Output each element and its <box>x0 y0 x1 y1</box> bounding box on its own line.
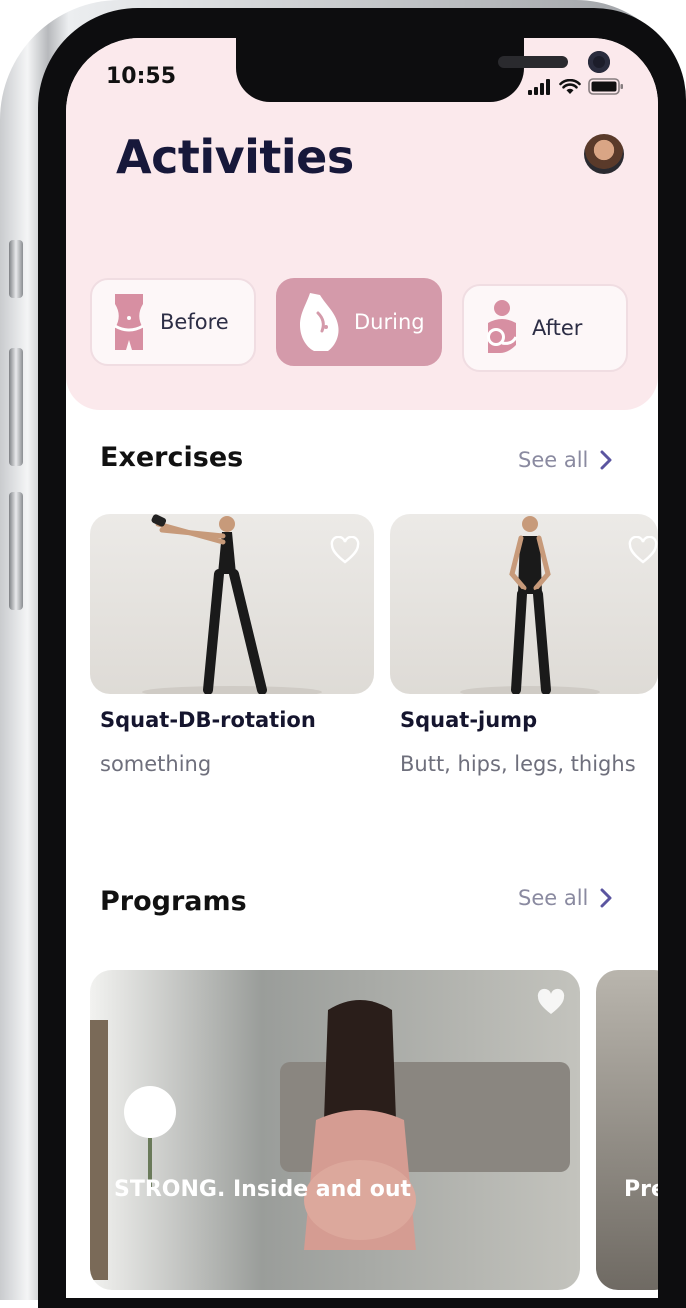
mother-baby-icon <box>487 300 518 353</box>
heart-icon[interactable] <box>628 536 658 564</box>
notch <box>236 38 610 102</box>
exercise-thumbnail[interactable] <box>90 514 374 694</box>
heart-icon[interactable] <box>536 988 566 1016</box>
exercise-name: Squat-jump <box>400 708 538 732</box>
programs-title: Programs <box>100 886 247 917</box>
volume-up-button <box>9 348 23 466</box>
exercise-photo <box>460 516 600 694</box>
page-title: Activities <box>116 130 354 184</box>
status-time: 10:55 <box>106 64 177 89</box>
program-name: Pre <box>624 1177 658 1202</box>
mute-switch <box>9 240 23 298</box>
front-camera <box>588 51 610 73</box>
program-name: STRONG. Inside and out <box>114 1177 411 1202</box>
avatar[interactable] <box>584 134 624 174</box>
tab-after-label: After <box>532 316 583 340</box>
waist-icon <box>114 294 144 350</box>
app-screen: 10:55 Activities Before During After Exe… <box>66 38 658 1298</box>
battery-icon <box>588 78 623 95</box>
tab-after[interactable]: After <box>462 284 628 372</box>
volume-down-button <box>9 492 23 610</box>
exercises-title: Exercises <box>100 442 244 473</box>
tab-before[interactable]: Before <box>90 278 256 366</box>
signal-icon <box>528 79 550 95</box>
exercise-subtitle: Butt, hips, legs, thighs <box>400 752 636 776</box>
program-card[interactable]: Pre <box>596 970 658 1290</box>
chevron-right-icon <box>600 450 612 470</box>
heart-icon[interactable] <box>330 536 360 564</box>
chevron-right-icon <box>600 888 612 908</box>
exercise-name: Squat-DB-rotation <box>100 708 316 732</box>
wifi-icon <box>559 79 581 94</box>
program-photo <box>90 970 580 1290</box>
program-card[interactable]: STRONG. Inside and out <box>90 970 580 1290</box>
pregnant-belly-icon <box>300 293 339 351</box>
programs-see-all[interactable]: See all <box>518 886 612 910</box>
tab-during-label: During <box>354 310 425 334</box>
speaker-grille <box>498 56 568 68</box>
tab-before-label: Before <box>160 310 229 334</box>
status-icons <box>528 78 624 95</box>
see-all-label: See all <box>518 886 589 910</box>
exercise-subtitle: something <box>100 752 212 776</box>
see-all-label: See all <box>518 448 589 472</box>
exercise-thumbnail[interactable] <box>390 514 658 694</box>
exercises-see-all[interactable]: See all <box>518 448 612 472</box>
tab-during[interactable]: During <box>276 278 442 366</box>
